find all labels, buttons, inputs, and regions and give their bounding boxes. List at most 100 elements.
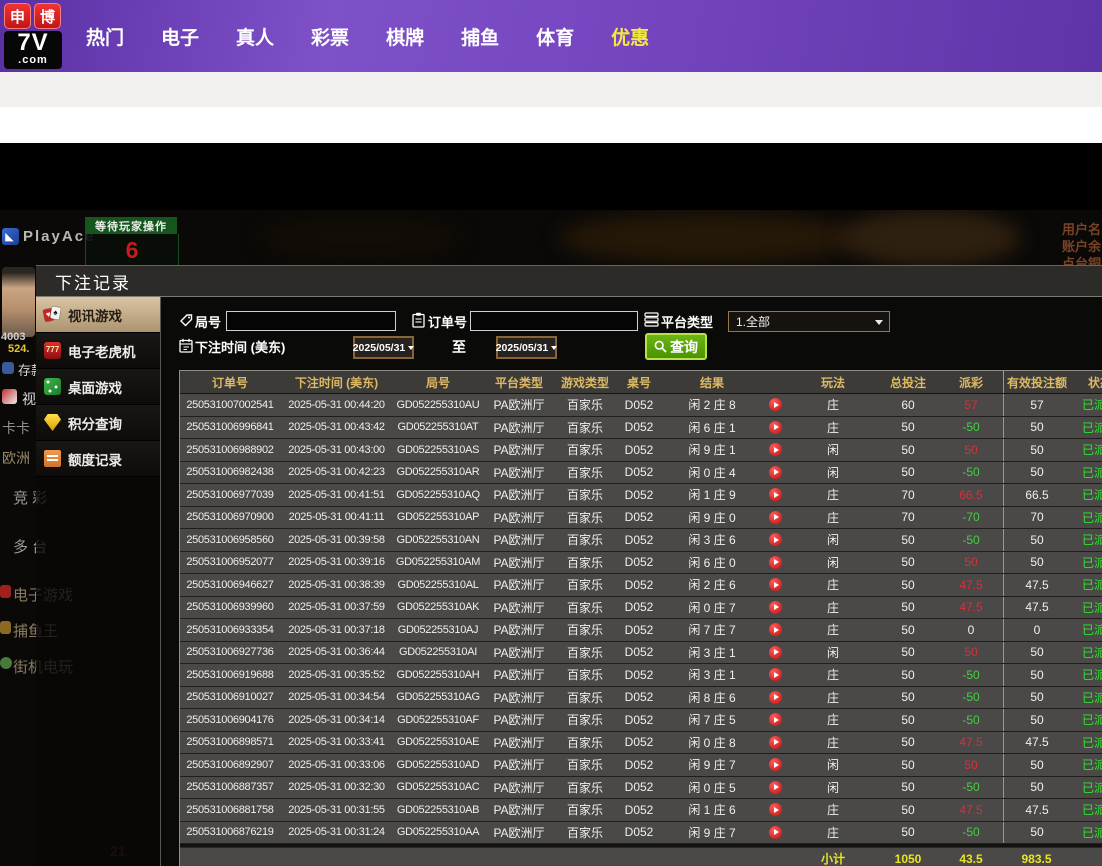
query-label: 查询 [670,337,698,357]
cell-table_no: D052 [615,394,663,416]
nav-item-5[interactable]: 棋牌 [386,23,424,50]
cell-game: 百家乐 [555,732,615,754]
platform-type-value: 1.全部 [736,313,770,330]
cell-table_no: D052 [615,574,663,596]
cell-platform: PA欧洲厅 [483,642,555,664]
replay-play-button[interactable] [769,691,782,704]
cell-game: 百家乐 [555,799,615,821]
replay-play-button[interactable] [769,488,782,501]
bet-records-modal: 下注记录 视讯游戏电子老虎机桌面游戏积分查询额度记录 局号 订单号 [36,265,1102,866]
table-row: 2505310069709002025-05-31 00:41:11GD0522… [180,507,1102,530]
nav-item-2[interactable]: 电子 [161,23,199,50]
platform-type-select[interactable]: 1.全部 [728,311,890,332]
fish-mini-icon [0,621,11,634]
sidebar-item-1[interactable]: 视讯游戏 [36,297,160,333]
modal-titlebar: 下注记录 [36,265,1102,297]
nav-item-8[interactable]: 优惠 [611,23,649,50]
sidebar-item-label: 视讯游戏 [68,305,122,325]
cell-bet: 闲 [789,642,877,664]
cell-game: 百家乐 [555,619,615,641]
cell-payout: -50 [939,709,1003,731]
replay-play-button[interactable] [769,398,782,411]
cell-valid: 47.5 [1003,799,1070,821]
nav-item-3[interactable]: 真人 [236,23,274,50]
nav-item-6[interactable]: 捕鱼 [461,23,499,50]
replay-play-button[interactable] [769,556,782,569]
nav-item-7[interactable]: 体育 [536,23,574,50]
replay-play-button[interactable] [769,713,782,726]
cell-platform: PA欧洲厅 [483,619,555,641]
cell-status: 已派彩 [1070,439,1102,461]
cell-result: 闲 0 庄 8 [663,732,761,754]
cell-table_no: D052 [615,529,663,551]
replay-play-button[interactable] [769,758,782,771]
cell-game: 百家乐 [555,574,615,596]
replay-play-button[interactable] [769,578,782,591]
sidebar-item-2[interactable]: 电子老虎机 [36,333,160,369]
replay-play-button[interactable] [769,601,782,614]
cell-result: 闲 7 庄 5 [663,709,761,731]
cell-play [761,574,789,596]
replay-play-button[interactable] [769,623,782,636]
cell-payout: -70 [939,507,1003,529]
order-no-input[interactable] [470,311,638,331]
cell-status: 已派彩 [1070,462,1102,484]
cell-valid: 0 [1003,619,1070,641]
cell-total: 50 [877,529,939,551]
date-from-button[interactable]: 2025/05/31 [353,336,414,359]
replay-play-button[interactable] [769,533,782,546]
browser-titlebar: e PlayAce - 个人 - Microsoft Edge [0,72,1102,108]
cell-time: 2025-05-31 00:37:59 [280,597,393,619]
cell-valid: 50 [1003,664,1070,686]
cell-valid: 50 [1003,642,1070,664]
table-row: 2505310068873572025-05-31 00:32:30GD0522… [180,777,1102,800]
cell-result: 闲 8 庄 6 [663,687,761,709]
cell-table_no: D052 [615,439,663,461]
cell-platform: PA欧洲厅 [483,574,555,596]
query-button[interactable]: 查询 [645,333,707,360]
cell-valid: 50 [1003,529,1070,551]
replay-play-button[interactable] [769,443,782,456]
replay-play-button[interactable] [769,668,782,681]
cell-game: 百家乐 [555,822,615,844]
nav-item-4[interactable]: 彩票 [311,23,349,50]
replay-play-button[interactable] [769,736,782,749]
replay-play-button[interactable] [769,803,782,816]
cell-valid: 50 [1003,754,1070,776]
date-to-button[interactable]: 2025/05/31 [496,336,557,359]
cell-order: 250531006892907 [180,754,280,776]
sidebar-item-3[interactable]: 桌面游戏 [36,369,160,405]
cell-table_no: D052 [615,552,663,574]
cell-time: 2025-05-31 00:43:00 [280,439,393,461]
replay-play-button[interactable] [769,646,782,659]
table-row: 2505310069466272025-05-31 00:38:39GD0522… [180,574,1102,597]
cell-table_no: D052 [615,687,663,709]
site-logo[interactable]: 申 博 7V .com [4,3,64,69]
address-bar[interactable]: https://gci.7vvvvvv.com/pc/pcv2/index.js… [0,107,1102,145]
cell-valid: 50 [1003,822,1070,844]
header-platform: 平台类型 [483,371,555,393]
round-no-input[interactable] [226,311,396,331]
replay-play-button[interactable] [769,781,782,794]
sidebar-item-4[interactable]: 积分查询 [36,405,160,441]
bg-menu-item: 卡卡 [2,418,30,438]
avatar [2,267,35,337]
cell-table_no: D052 [615,777,663,799]
replay-play-button[interactable] [769,511,782,524]
cell-play [761,462,789,484]
cell-payout: 47.5 [939,574,1003,596]
replay-play-button[interactable] [769,826,782,839]
cell-game: 百家乐 [555,754,615,776]
nav-item-1[interactable]: 热门 [86,23,124,50]
cell-status: 已派彩 [1070,529,1102,551]
replay-play-button[interactable] [769,421,782,434]
sidebar-item-5[interactable]: 额度记录 [36,441,160,477]
cell-total: 50 [877,574,939,596]
cell-status: 已派彩 [1070,619,1102,641]
table-row: 2505310069196882025-05-31 00:35:52GD0522… [180,664,1102,687]
cards-mini-icon [2,389,17,404]
cell-time: 2025-05-31 00:41:11 [280,507,393,529]
replay-play-button[interactable] [769,466,782,479]
cell-round: GD052255310AE [393,732,483,754]
cell-total: 50 [877,552,939,574]
